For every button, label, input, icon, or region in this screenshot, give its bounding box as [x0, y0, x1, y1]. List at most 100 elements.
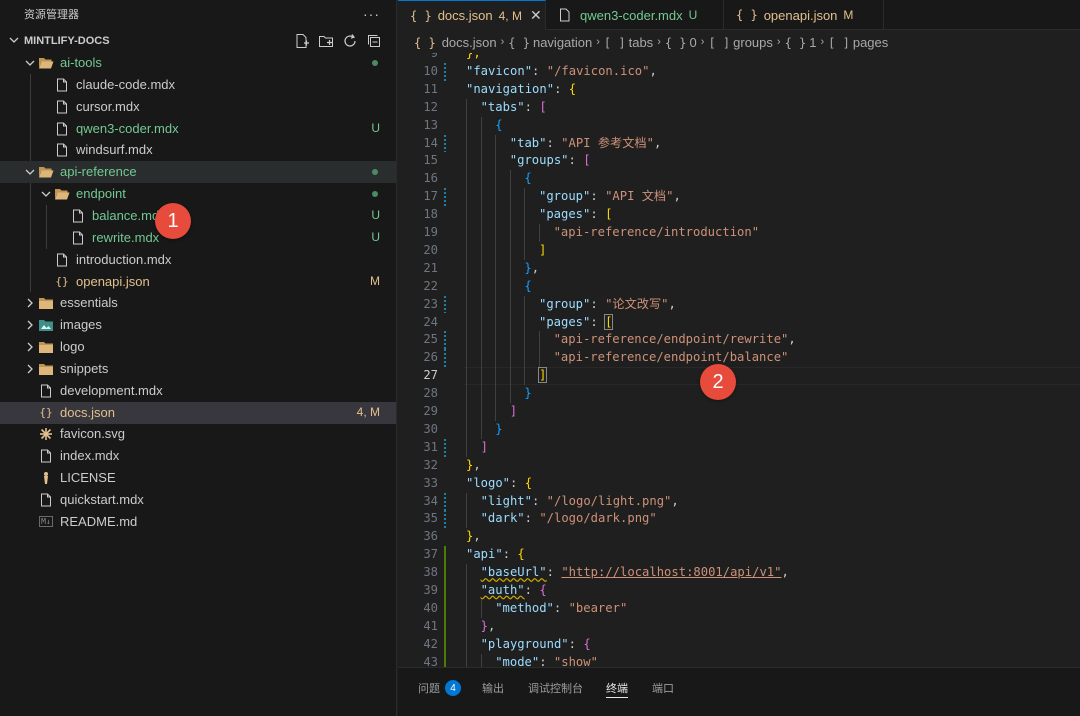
tree-folder[interactable]: logo: [0, 336, 396, 358]
code-line: "api-reference/endpoint/balance": [554, 349, 789, 367]
tree-item-label: introduction.mdx: [76, 251, 172, 267]
code-token: "bearer": [568, 600, 628, 615]
tab-qwen3-coder[interactable]: qwen3-coder.mdx U: [546, 0, 724, 30]
code-token: "/logo/light.png": [546, 493, 672, 508]
panel-tab-terminal[interactable]: 终端: [606, 678, 628, 698]
git-modified-marker[interactable]: [444, 331, 446, 350]
tree-file[interactable]: claude-code.mdx: [0, 74, 396, 96]
git-added-marker[interactable]: [444, 617, 446, 636]
code-line: ]: [539, 242, 546, 260]
code-line: "api-reference/endpoint/rewrite",: [554, 331, 796, 349]
git-modified-marker[interactable]: [444, 134, 446, 153]
workspace-root-header[interactable]: MINTLIFY-DOCS: [0, 30, 396, 52]
tree-file[interactable]: M↓ README.md: [0, 511, 396, 533]
object-symbol-icon: { }: [414, 35, 436, 50]
git-added-marker[interactable]: [444, 653, 446, 667]
git-modified-marker[interactable]: [444, 349, 446, 368]
git-modified-marker[interactable]: [444, 510, 446, 529]
problems-count-badge: 4: [445, 680, 461, 696]
breadcrumb-item[interactable]: [ ] groups: [708, 35, 772, 50]
panel-tab-output[interactable]: 输出: [482, 678, 504, 698]
git-added-marker[interactable]: [444, 582, 446, 600]
code-editor[interactable]: 9}, 10 "favicon": "/favicon.ico", 11 "naviga…: [398, 53, 1080, 667]
more-actions-icon[interactable]: ···: [363, 6, 380, 22]
tree-file[interactable]: introduction.mdx: [0, 249, 396, 271]
tree-folder[interactable]: essentials: [0, 292, 396, 314]
tree-file[interactable]: balance.mdx U: [0, 205, 396, 227]
new-file-icon[interactable]: [294, 33, 310, 49]
git-modified-marker[interactable]: [444, 295, 446, 314]
line-number: 12: [423, 99, 438, 114]
code-token: ,: [487, 618, 496, 633]
tab-openapi-json[interactable]: { } openapi.json M: [724, 0, 884, 30]
breadcrumb-item[interactable]: { } 0: [665, 35, 697, 50]
git-modified-marker[interactable]: [444, 492, 446, 511]
code-token: "light": [480, 493, 532, 508]
tree-file[interactable]: LICENSE: [0, 467, 396, 489]
code-token: "method": [495, 600, 554, 615]
git-added-marker[interactable]: [444, 546, 446, 565]
code-token: :: [590, 296, 606, 311]
tree-file[interactable]: development.mdx: [0, 380, 396, 402]
breadcrumb-label: 0: [689, 34, 697, 50]
breadcrumb-item[interactable]: [ ] tabs: [604, 35, 653, 50]
chevron-right-icon: ›: [776, 36, 781, 48]
code-token: "tab": [509, 135, 547, 150]
line-number: 22: [423, 278, 438, 293]
git-modified-marker[interactable]: [444, 62, 446, 81]
code-token: :: [531, 493, 547, 508]
tree-file[interactable]: qwen3-coder.mdx U: [0, 118, 396, 140]
tree-file[interactable]: {} docs.json 4, M: [0, 401, 396, 424]
tree-file[interactable]: index.mdx: [0, 445, 396, 467]
file-icon: [560, 8, 570, 22]
breadcrumb-item[interactable]: { } navigation: [508, 35, 592, 50]
code-line: "mode": "show": [495, 654, 598, 667]
git-added-marker[interactable]: [444, 564, 446, 582]
git-added-marker[interactable]: [444, 635, 446, 654]
tree-file[interactable]: quickstart.mdx: [0, 489, 396, 511]
line-number: 36: [423, 529, 438, 544]
code-token: ]: [509, 404, 518, 418]
tree-folder[interactable]: snippets: [0, 358, 396, 380]
chevron-right-icon: [27, 298, 33, 308]
line-number: 33: [423, 475, 438, 490]
tree-file[interactable]: {} openapi.json M: [0, 271, 396, 293]
code-line: "group": "API 文档",: [539, 188, 681, 206]
breadcrumb-item[interactable]: { } 1: [785, 35, 817, 50]
tree-item-label: logo: [60, 339, 85, 355]
tree-file[interactable]: rewrite.mdx U: [0, 227, 396, 249]
breadcrumb-item[interactable]: { } docs.json: [414, 35, 497, 50]
indent-guide: [509, 170, 511, 403]
json-braces-icon: { }: [410, 8, 432, 23]
git-status-dot: [372, 60, 378, 66]
tree-folder[interactable]: images: [0, 314, 396, 336]
close-icon[interactable]: ✕: [530, 7, 542, 24]
collapse-all-icon[interactable]: [366, 33, 382, 49]
tree-file[interactable]: favicon.svg: [0, 423, 396, 445]
code-token: ,: [781, 565, 789, 580]
code-line: "logo": {: [466, 475, 532, 493]
line-number: 11: [423, 81, 438, 96]
tree-item-label: favicon.svg: [60, 426, 126, 442]
tree-folder[interactable]: endpoint: [0, 183, 396, 205]
tree-item-label: LICENSE: [60, 470, 116, 486]
git-modified-marker[interactable]: [444, 438, 446, 457]
tree-item-label: windsurf.mdx: [76, 142, 153, 158]
tree-folder[interactable]: api-reference: [0, 161, 396, 184]
tree-folder[interactable]: ai-tools: [0, 52, 396, 74]
git-added-marker[interactable]: [444, 599, 446, 618]
panel-tab-problems[interactable]: 问题 4: [418, 678, 461, 698]
refresh-icon[interactable]: [342, 33, 358, 49]
tree-file[interactable]: cursor.mdx: [0, 96, 396, 118]
tab-docs-json[interactable]: { } docs.json 4, M ✕: [398, 0, 546, 30]
json-braces-icon: { }: [736, 8, 758, 22]
panel-tab-ports[interactable]: 端口: [652, 678, 674, 698]
breadcrumb-item[interactable]: [ ] pages: [828, 35, 888, 50]
code-token: ,: [473, 457, 481, 472]
code-token: :: [502, 547, 518, 562]
new-folder-icon[interactable]: [318, 33, 334, 49]
tree-file[interactable]: windsurf.mdx: [0, 139, 396, 161]
code-token: "API 参考文档": [561, 135, 654, 150]
panel-tab-debug-console[interactable]: 调试控制台: [528, 678, 583, 698]
git-modified-marker[interactable]: [444, 188, 446, 207]
